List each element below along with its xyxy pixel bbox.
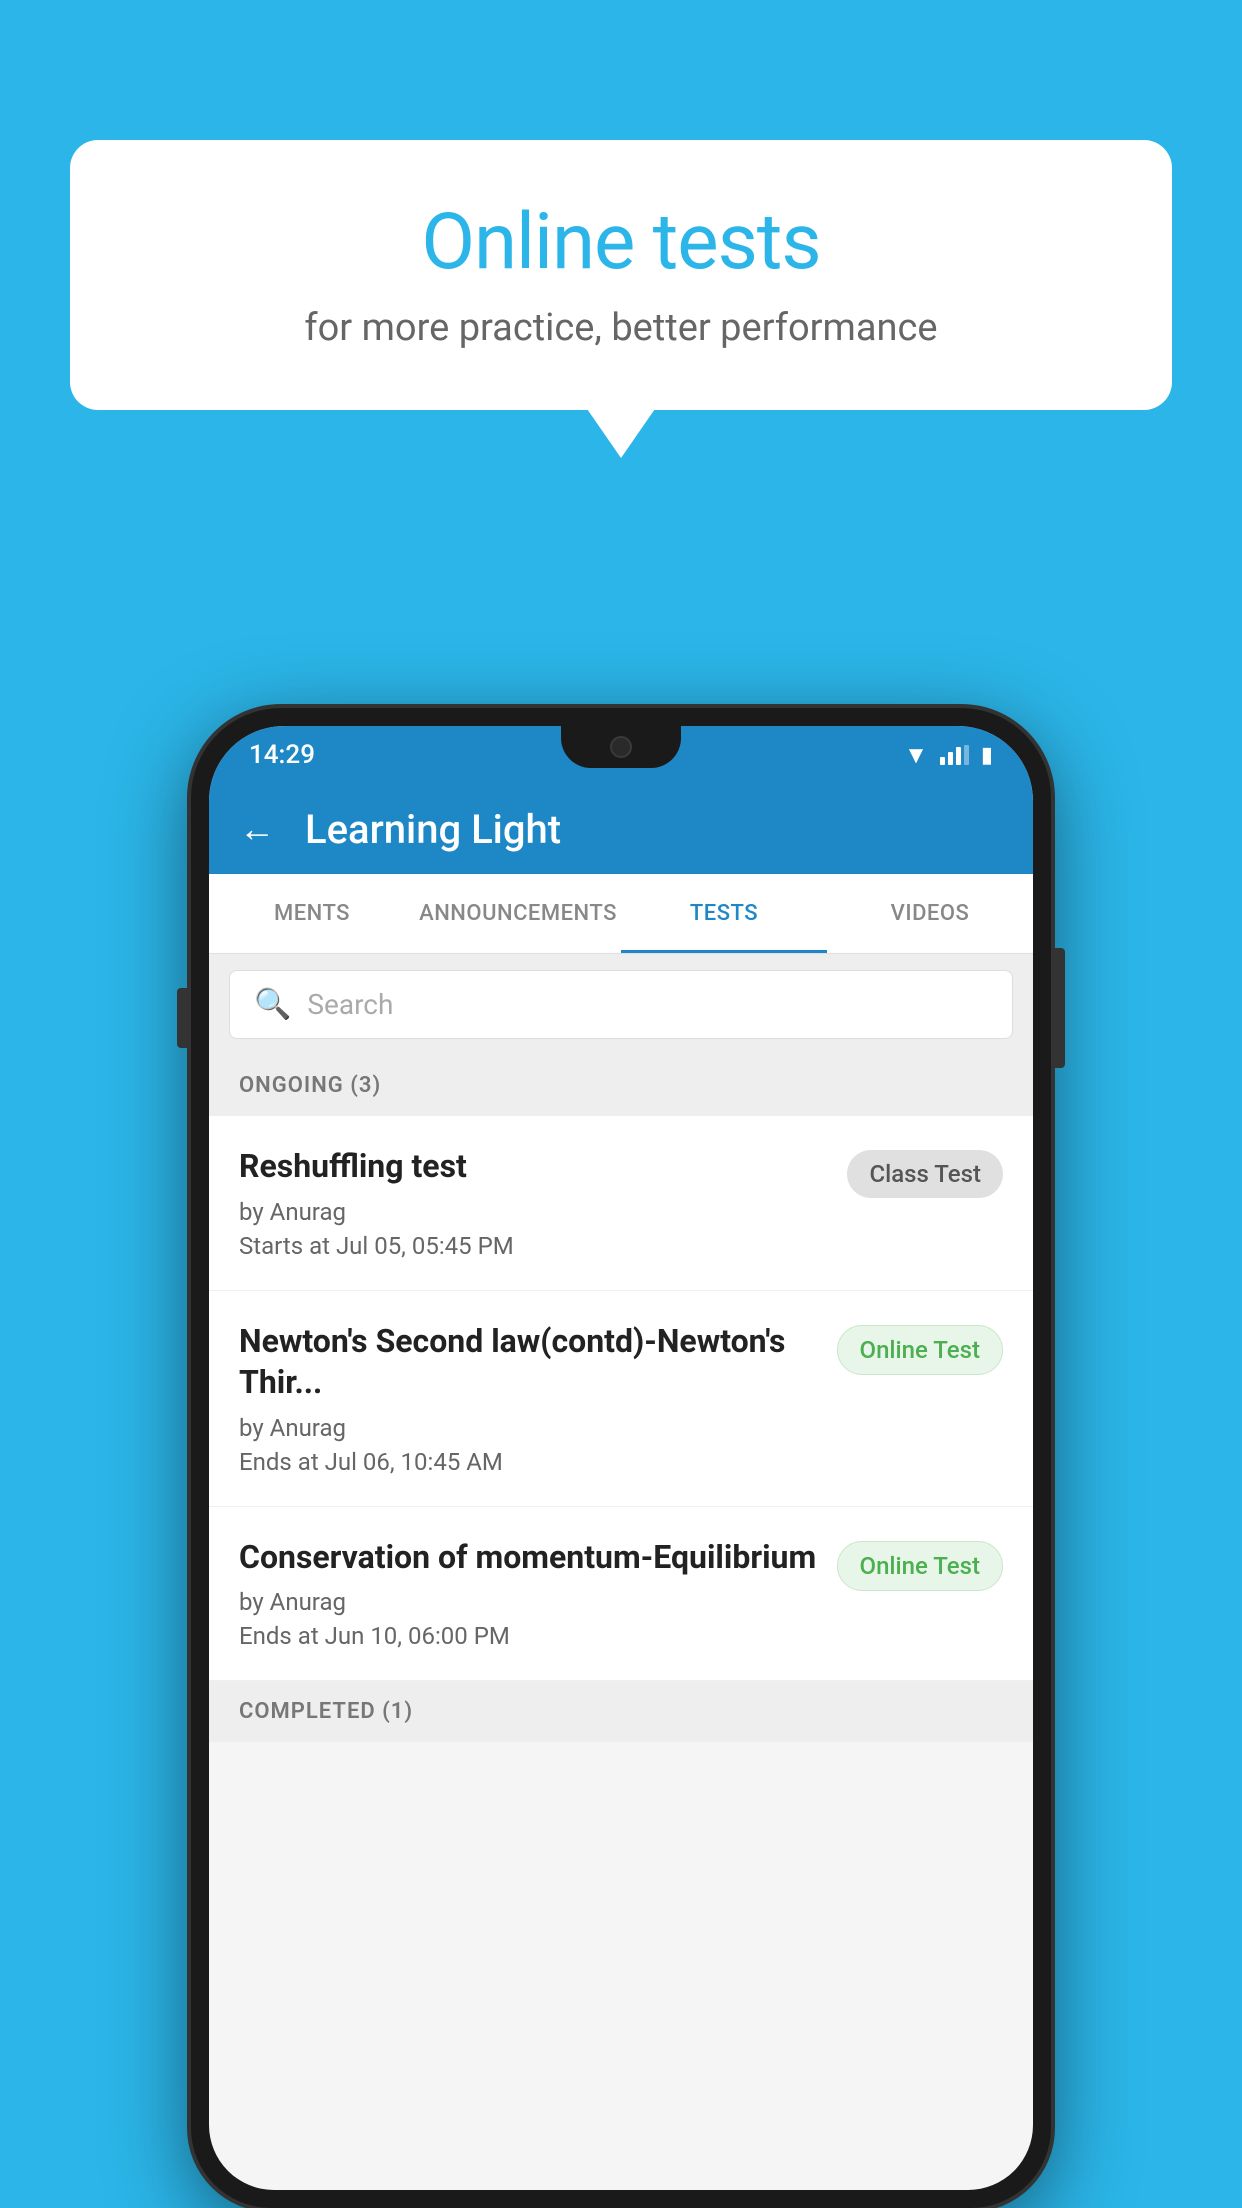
camera-icon [610,736,632,758]
status-icons: ▼ ▮ [904,741,993,770]
test-info-3: Conservation of momentum-Equilibrium by … [239,1537,817,1651]
app-title: Learning Light [305,806,561,853]
phone-notch [561,726,681,768]
signal-icon [940,745,969,765]
completed-section-header: COMPLETED (1) [209,1681,1033,1742]
test-name-2: Newton's Second law(contd)-Newton's Thir… [239,1321,817,1404]
test-name-3: Conservation of momentum-Equilibrium [239,1537,817,1579]
phone-screen: 14:29 ▼ ▮ ← Learning Light [209,726,1033,2190]
app-bar: ← Learning Light [209,784,1033,874]
search-input[interactable]: Search [307,988,393,1021]
test-date-2: Ends at Jul 06, 10:45 AM [239,1448,817,1476]
test-badge-3: Online Test [837,1541,1003,1591]
test-info-1: Reshuffling test by Anurag Starts at Jul… [239,1146,827,1260]
search-icon: 🔍 [254,987,291,1022]
battery-icon: ▮ [981,743,993,768]
test-date-3: Ends at Jun 10, 06:00 PM [239,1622,817,1650]
test-by-3: by Anurag [239,1588,817,1616]
promo-title: Online tests [150,200,1092,286]
promo-subtitle: for more practice, better performance [150,306,1092,350]
test-item[interactable]: Newton's Second law(contd)-Newton's Thir… [209,1291,1033,1507]
back-button[interactable]: ← [239,808,275,850]
tabs-bar: MENTS ANNOUNCEMENTS TESTS VIDEOS [209,874,1033,954]
speech-bubble: Online tests for more practice, better p… [70,140,1172,410]
tab-tests[interactable]: TESTS [621,874,827,953]
test-by-1: by Anurag [239,1198,827,1226]
test-badge-2: Online Test [837,1325,1003,1375]
status-time: 14:29 [249,740,315,770]
wifi-icon: ▼ [904,741,928,770]
test-info-2: Newton's Second law(contd)-Newton's Thir… [239,1321,817,1476]
tab-ments[interactable]: MENTS [209,874,415,953]
test-by-2: by Anurag [239,1414,817,1442]
test-name-1: Reshuffling test [239,1146,827,1188]
promo-section: Online tests for more practice, better p… [70,140,1172,410]
test-item[interactable]: Reshuffling test by Anurag Starts at Jul… [209,1116,1033,1291]
search-container: 🔍 Search [209,954,1033,1055]
test-date-1: Starts at Jul 05, 05:45 PM [239,1232,827,1260]
test-item[interactable]: Conservation of momentum-Equilibrium by … [209,1507,1033,1682]
tab-videos[interactable]: VIDEOS [827,874,1033,953]
phone-device: 14:29 ▼ ▮ ← Learning Light [191,708,1051,2208]
ongoing-section-header: ONGOING (3) [209,1055,1033,1116]
search-box[interactable]: 🔍 Search [229,970,1013,1039]
phone-outer: 14:29 ▼ ▮ ← Learning Light [191,708,1051,2208]
test-badge-1: Class Test [847,1150,1003,1198]
tab-announcements[interactable]: ANNOUNCEMENTS [415,874,621,953]
